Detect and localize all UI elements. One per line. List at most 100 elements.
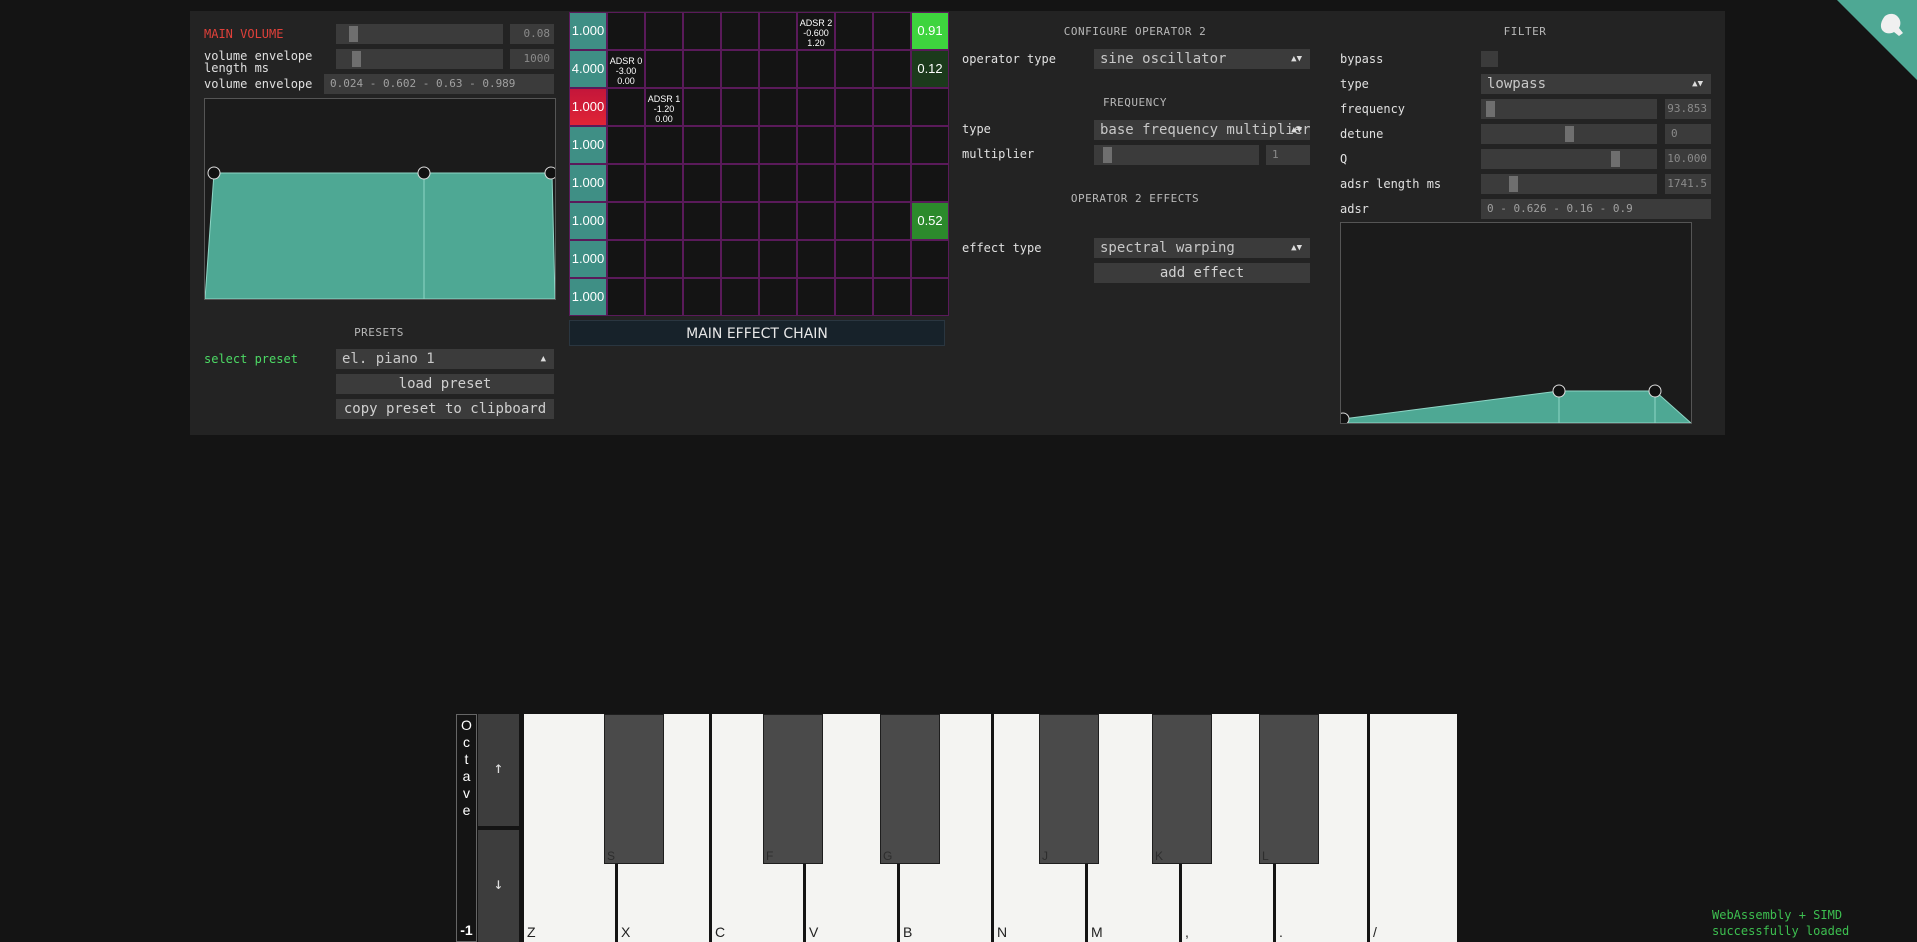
adsr-modulation-cell[interactable]: ADSR 0 -3.00 0.00 — [608, 51, 644, 87]
operator-gain-cell[interactable]: 1.000 — [570, 203, 606, 239]
modulation-cell[interactable] — [722, 89, 758, 125]
modulation-cell[interactable] — [836, 203, 872, 239]
filter-adsr-input[interactable]: 0 - 0.626 - 0.16 - 0.9 — [1481, 199, 1711, 219]
main-volume-value[interactable]: 0.08 — [510, 24, 554, 44]
operator-output-cell[interactable]: 0.91 — [912, 13, 948, 49]
volume-envelope-length-value[interactable]: 1000 — [510, 49, 554, 69]
black-key[interactable]: F — [763, 714, 823, 864]
main-volume-slider[interactable] — [336, 24, 503, 44]
frequency-type-select[interactable]: base frequency multiplier ▲▼ — [1094, 120, 1310, 140]
modulation-cell[interactable] — [760, 279, 796, 315]
modulation-cell[interactable] — [646, 203, 682, 239]
preset-select[interactable]: el. piano 1 ▲ — [336, 349, 554, 369]
modulation-cell[interactable] — [608, 127, 644, 163]
slider-thumb[interactable] — [1486, 101, 1495, 117]
detune-slider[interactable] — [1481, 124, 1657, 144]
multiplier-slider[interactable] — [1094, 145, 1259, 165]
modulation-cell[interactable] — [684, 203, 720, 239]
operator-output-cell[interactable]: 0.52 — [912, 203, 948, 239]
operator-gain-cell[interactable]: 1.000 — [570, 165, 606, 201]
modulation-cell[interactable] — [646, 241, 682, 277]
modulation-cell[interactable] — [722, 127, 758, 163]
operator-gain-cell[interactable]: 1.000 — [570, 279, 606, 315]
modulation-cell[interactable] — [798, 279, 834, 315]
modulation-cell[interactable] — [836, 165, 872, 201]
modulation-cell[interactable] — [684, 51, 720, 87]
modulation-cell[interactable] — [760, 89, 796, 125]
black-key[interactable]: S — [604, 714, 664, 864]
modulation-cell[interactable] — [874, 51, 910, 87]
modulation-cell[interactable] — [798, 89, 834, 125]
modulation-cell[interactable] — [836, 241, 872, 277]
modulation-cell[interactable] — [608, 203, 644, 239]
modulation-cell[interactable] — [760, 165, 796, 201]
q-slider[interactable] — [1481, 149, 1657, 169]
slider-thumb[interactable] — [349, 26, 358, 42]
modulation-cell[interactable] — [684, 127, 720, 163]
modulation-cell[interactable] — [874, 165, 910, 201]
modulation-cell[interactable] — [684, 165, 720, 201]
modulation-cell[interactable] — [722, 13, 758, 49]
load-preset-button[interactable]: load preset — [336, 374, 554, 394]
modulation-cell[interactable] — [798, 127, 834, 163]
multiplier-value[interactable]: 1 — [1266, 145, 1310, 165]
volume-envelope-editor[interactable] — [204, 98, 556, 300]
modulation-cell[interactable] — [836, 51, 872, 87]
modulation-cell[interactable] — [760, 13, 796, 49]
modulation-cell[interactable] — [646, 279, 682, 315]
modulation-cell[interactable] — [760, 203, 796, 239]
operator-output-cell[interactable]: 0.12 — [912, 51, 948, 87]
modulation-cell[interactable] — [798, 165, 834, 201]
filter-envelope-editor[interactable] — [1340, 222, 1692, 424]
modulation-cell[interactable] — [798, 203, 834, 239]
operator-output-cell[interactable] — [912, 127, 948, 163]
white-key[interactable]: / — [1370, 714, 1460, 942]
modulation-cell[interactable] — [608, 241, 644, 277]
volume-envelope-input[interactable]: 0.024 - 0.602 - 0.63 - 0.989 — [324, 74, 554, 94]
detune-value[interactable]: 0 — [1665, 124, 1711, 144]
filter-type-select[interactable]: lowpass ▲▼ — [1481, 74, 1711, 94]
modulation-cell[interactable] — [608, 89, 644, 125]
modulation-cell[interactable] — [798, 51, 834, 87]
volume-envelope-length-slider[interactable] — [336, 49, 503, 69]
modulation-cell[interactable] — [722, 203, 758, 239]
operator-gain-cell[interactable]: 1.000 — [570, 89, 606, 125]
copy-preset-button[interactable]: copy preset to clipboard — [336, 399, 554, 419]
modulation-cell[interactable] — [874, 241, 910, 277]
modulation-cell[interactable] — [836, 13, 872, 49]
modulation-cell[interactable] — [760, 241, 796, 277]
q-value[interactable]: 10.000 — [1665, 149, 1711, 169]
modulation-cell[interactable] — [836, 279, 872, 315]
filter-frequency-slider[interactable] — [1481, 99, 1657, 119]
modulation-cell[interactable] — [836, 127, 872, 163]
operator-gain-cell[interactable]: 1.000 — [570, 13, 606, 49]
modulation-cell[interactable] — [874, 279, 910, 315]
modulation-cell[interactable] — [646, 127, 682, 163]
modulation-cell[interactable] — [608, 13, 644, 49]
modulation-cell[interactable] — [760, 127, 796, 163]
operator-gain-cell[interactable]: 1.000 — [570, 241, 606, 277]
modulation-cell[interactable] — [646, 51, 682, 87]
modulation-cell[interactable] — [722, 165, 758, 201]
modulation-cell[interactable] — [760, 51, 796, 87]
envelope-handle[interactable] — [1648, 384, 1662, 398]
envelope-handle[interactable] — [1341, 412, 1350, 423]
adsr-length-slider[interactable] — [1481, 174, 1657, 194]
operator-type-select[interactable]: sine oscillator ▲▼ — [1094, 49, 1310, 69]
slider-thumb[interactable] — [1565, 126, 1574, 142]
black-key[interactable]: J — [1039, 714, 1099, 864]
add-effect-button[interactable]: add effect — [1094, 263, 1310, 283]
modulation-cell[interactable] — [874, 89, 910, 125]
effect-type-select[interactable]: spectral warping ▲▼ — [1094, 238, 1310, 258]
adsr-modulation-cell[interactable]: ADSR 2 -0.600 1.20 — [798, 13, 834, 49]
black-key[interactable]: L — [1259, 714, 1319, 864]
modulation-cell[interactable] — [608, 279, 644, 315]
main-effect-chain-button[interactable]: MAIN EFFECT CHAIN — [569, 320, 945, 346]
adsr-modulation-cell[interactable]: ADSR 1 -1.20 0.00 — [646, 89, 682, 125]
operator-output-cell[interactable] — [912, 241, 948, 277]
modulation-cell[interactable] — [874, 127, 910, 163]
operator-gain-cell[interactable]: 4.000 — [570, 51, 606, 87]
modulation-cell[interactable] — [836, 89, 872, 125]
slider-thumb[interactable] — [352, 51, 361, 67]
modulation-cell[interactable] — [684, 279, 720, 315]
